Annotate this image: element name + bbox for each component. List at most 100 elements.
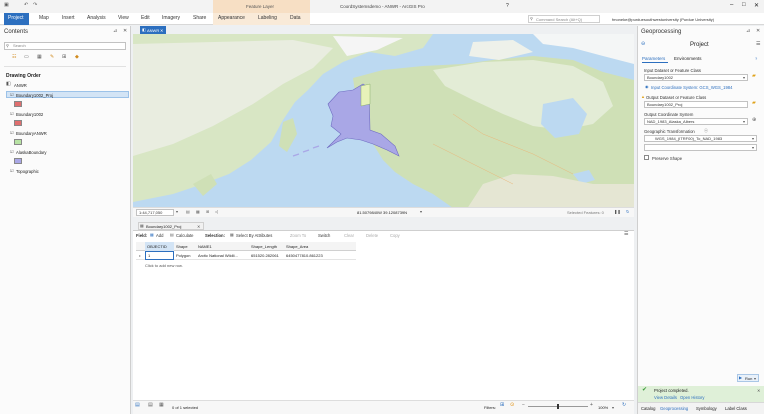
map-tab-label[interactable]: ANWR [147, 28, 159, 33]
calculate-icon[interactable]: ▤ [170, 232, 174, 237]
delete-button[interactable]: Delete [366, 233, 378, 238]
save-icon[interactable]: ▣ [4, 3, 9, 8]
ribbon-tab-appearance[interactable]: Appearance [218, 15, 245, 21]
filter-extent-icon[interactable]: ⊙ [510, 403, 514, 408]
list-by-editing-icon[interactable]: ✎ [50, 55, 54, 60]
cell-shape-area[interactable]: 6450477810.861223 [286, 253, 323, 258]
list-by-snapping-icon[interactable]: ⊞ [62, 55, 66, 60]
ribbon-tab-label[interactable]: Project [8, 15, 24, 21]
map-view[interactable] [133, 34, 634, 215]
column-header-shape[interactable]: Shape [176, 244, 188, 249]
toc-layer-alaskaboundary[interactable]: AlaskaBoundary [16, 150, 47, 155]
layer-visibility-checkbox[interactable]: ☑ [10, 168, 14, 173]
column-header-shape-area[interactable]: Shape_Area [286, 244, 308, 249]
zoom-dropdown-icon[interactable]: ▾ [612, 405, 614, 410]
dropdown-icon[interactable]: ▾ [743, 119, 745, 124]
maximize-icon[interactable]: □ [742, 2, 746, 8]
view-details-link[interactable]: View Details [654, 395, 677, 400]
coordinates-dropdown-icon[interactable]: ▾ [420, 209, 422, 214]
fixed-scale-icon[interactable]: ▤ [186, 209, 190, 214]
toc-layer-topographic[interactable]: Topographic [16, 169, 39, 174]
row-selector[interactable]: ▸ [139, 253, 141, 258]
dropdown-icon[interactable]: ▾ [752, 145, 754, 150]
layer-visibility-checkbox[interactable]: ☑ [10, 111, 14, 116]
close-pane-icon[interactable]: ✕ [123, 29, 127, 34]
tool-menu-icon[interactable]: ☰ [756, 42, 760, 47]
ribbon-tab-view[interactable]: View [118, 15, 129, 21]
close-icon[interactable]: ✕ [754, 2, 759, 9]
add-new-row-hint[interactable]: Click to add new row. [145, 263, 183, 268]
browse-folder-icon[interactable]: ▰ [752, 101, 756, 106]
ribbon-tab-analysis[interactable]: Analysis [87, 15, 106, 21]
preserve-shape-label[interactable]: Preserve Shape [652, 156, 682, 161]
pin-icon[interactable]: ⊿ [113, 29, 117, 34]
refresh-icon[interactable]: ↻ [626, 209, 629, 214]
run-dropdown-icon[interactable]: ▾ [754, 376, 756, 381]
toc-layer-boundary1002[interactable]: Boundary1002 [16, 112, 43, 117]
list-by-drawing-order-icon[interactable]: ☷ [12, 55, 16, 60]
ribbon-tab-edit[interactable]: Edit [141, 15, 150, 21]
undo-icon[interactable]: ↶ [24, 3, 28, 8]
cell-shape[interactable]: Polygon [176, 253, 190, 258]
clear-button[interactable]: Clear [344, 233, 354, 238]
dropdown-icon[interactable]: ▾ [743, 75, 745, 80]
select-by-attributes-icon[interactable]: ▦ [230, 232, 234, 237]
pause-draw-icon[interactable]: ◁ [215, 209, 218, 214]
layer-visibility-checkbox[interactable]: ☑ [10, 149, 14, 154]
zoom-to-button[interactable]: Zoom To [290, 233, 306, 238]
list-by-source-icon[interactable]: ▭ [24, 55, 29, 60]
dropdown-icon[interactable]: ▾ [752, 136, 754, 141]
ribbon-tab-labeling[interactable]: Labeling [258, 15, 277, 21]
cell-name1[interactable]: Arctic National Wildli... [198, 253, 238, 258]
ribbon-tab-imagery[interactable]: Imagery [162, 15, 180, 21]
layer-visibility-checkbox[interactable]: ☑ [10, 130, 14, 135]
column-header-name1[interactable]: NAME1 [198, 244, 212, 249]
geographic-transformation-empty-select[interactable] [644, 144, 757, 151]
tab-label-class[interactable]: Label Class [725, 406, 747, 411]
add-field-button[interactable]: Add [156, 233, 163, 238]
layer-visibility-checkbox[interactable]: ☑ [10, 92, 14, 97]
pause-icon[interactable]: ❚❚ [614, 209, 621, 214]
ribbon-tab-insert[interactable]: Insert [62, 15, 75, 21]
scale-dropdown-icon[interactable]: ▾ [176, 209, 178, 214]
ribbon-tab-data[interactable]: Data [290, 15, 301, 21]
select-by-attributes-button[interactable]: Select By Attributes [236, 233, 272, 238]
open-history-link[interactable]: Open History [680, 395, 704, 400]
snapping-icon[interactable]: ⊞ [206, 209, 209, 214]
toc-map-name[interactable]: ANWR [14, 83, 27, 88]
table-tab-label[interactable]: Boundary1002_Proj [146, 224, 181, 229]
help-icon[interactable]: ? [755, 56, 757, 61]
cell-shape-length[interactable]: 651520.282061 [251, 253, 279, 258]
table-tab-close-icon[interactable]: ✕ [197, 224, 200, 229]
selected-features[interactable]: Selected Features: 0 [567, 210, 604, 215]
switch-button[interactable]: Switch [318, 233, 330, 238]
show-all-records-icon[interactable]: ▤ [135, 403, 140, 408]
input-coordinate-system[interactable]: Input Coordinate System: GCS_WGS_1984 [651, 85, 732, 90]
pin-icon[interactable]: ⊿ [746, 29, 750, 34]
globe-icon[interactable]: ⊕ [752, 118, 756, 123]
list-by-selection-icon[interactable]: ▦ [37, 55, 42, 60]
tab-catalog[interactable]: Catalog [641, 406, 655, 411]
help-button[interactable]: ? [506, 3, 509, 9]
column-header-shape-length[interactable]: Shape_Length [251, 244, 277, 249]
table-menu-icon[interactable]: ☰ [624, 232, 628, 237]
run-button-label[interactable]: Run [745, 376, 752, 381]
tab-symbology[interactable]: Symbology [696, 406, 717, 411]
table-refresh-icon[interactable]: ↻ [622, 403, 626, 408]
map-tab-close-icon[interactable]: ✕ [160, 28, 163, 33]
list-by-labeling-icon[interactable]: ◆ [75, 55, 79, 60]
back-icon[interactable]: ⊖ [641, 42, 645, 47]
toc-layer-boundaryanwr[interactable]: BoundaryANWR [16, 131, 47, 136]
output-coordinate-system-select[interactable]: NAD_1983_Alaska_Albers [644, 118, 748, 125]
input-dataset-select[interactable]: Boundary1002 [644, 74, 748, 81]
filter-icon[interactable]: ⊞ [500, 403, 504, 408]
contents-search-input[interactable]: Search [4, 42, 126, 50]
dismiss-banner-icon[interactable]: ✕ [757, 388, 760, 393]
zoom-in-icon[interactable]: + [590, 403, 593, 408]
calculate-button[interactable]: Calculate [176, 233, 193, 238]
zoom-slider-thumb[interactable] [557, 404, 559, 409]
toc-layer-boundary1002-proj[interactable]: Boundary1002_Proj [16, 93, 53, 98]
tab-parameters[interactable]: Parameters [642, 56, 665, 61]
grid-icon[interactable]: ▦ [196, 209, 200, 214]
minimize-icon[interactable]: – [730, 2, 733, 8]
